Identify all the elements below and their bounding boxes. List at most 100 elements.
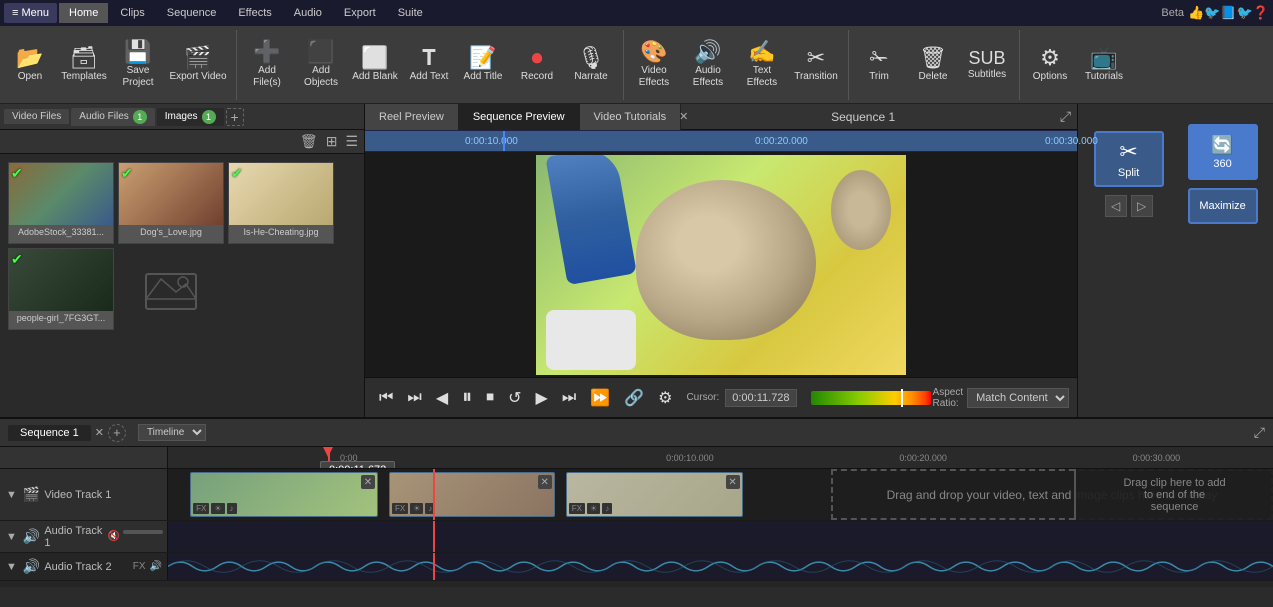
images-tab[interactable]: Images 1 — [157, 108, 224, 126]
audio-files-tab[interactable]: Audio Files 1 — [71, 108, 154, 126]
record-button[interactable]: ⏺ Record — [511, 33, 563, 97]
loop-button[interactable]: ↺ — [502, 384, 527, 412]
add-text-button[interactable]: 𝐓 Add Text — [403, 33, 455, 97]
menu-button[interactable]: ≡ Menu — [4, 3, 57, 23]
next-frame-button[interactable]: ⏭ — [556, 385, 582, 411]
save-project-button[interactable]: 💾 Save Project — [112, 33, 164, 97]
trim-icon: ✁ — [870, 47, 888, 69]
menu-tab-export[interactable]: Export — [334, 3, 386, 23]
split-left-button[interactable]: ◁ — [1105, 195, 1127, 217]
forward-button[interactable]: ▶ — [530, 384, 554, 412]
add-blank-button[interactable]: ⬜ Add Blank — [349, 33, 401, 97]
add-files-button[interactable]: ➕ Add File(s) — [241, 33, 293, 97]
narrate-icon: 🎙 — [577, 47, 605, 69]
video-files-tab[interactable]: Video Files — [4, 109, 69, 124]
add-sequence-button[interactable]: + — [108, 424, 126, 442]
stop-button[interactable]: ⏹ — [480, 385, 500, 411]
preview-video[interactable] — [365, 152, 1077, 377]
maximize-preview-button[interactable]: Maximize — [1188, 188, 1258, 224]
templates-label: Templates — [61, 71, 107, 83]
transition-button[interactable]: ✂ Transition — [790, 33, 842, 97]
aspect-ratio-select[interactable]: Match Content — [967, 388, 1069, 408]
fx-btn-audio2[interactable]: FX — [132, 560, 147, 573]
add-objects-button[interactable]: ⬛ Add Objects — [295, 33, 347, 97]
view-360-button[interactable]: 🔄 360 — [1188, 124, 1258, 180]
audio2-mute-button[interactable]: 🔊 — [149, 560, 163, 573]
sync-button[interactable]: 🔗 — [618, 384, 650, 412]
subtitles-icon: SUB — [968, 49, 1005, 67]
clip-1-delete[interactable]: ✕ — [361, 475, 375, 489]
video-track-expand[interactable]: ▼ — [4, 489, 19, 501]
timeline-header: Sequence 1 ✕ + Timeline ⤢ — [0, 419, 1273, 447]
previous-frame-button[interactable]: ⏭ — [401, 385, 427, 411]
video-effects-button[interactable]: 🎨 Video Effects — [628, 33, 680, 97]
thumbnail-4[interactable]: ✔ people-girl_7FG3GT... — [8, 248, 114, 330]
sequence-tab[interactable]: Sequence 1 — [8, 425, 91, 441]
rewind-button[interactable]: ◀ — [430, 384, 454, 412]
add-tab-button[interactable]: + — [226, 108, 244, 126]
menu-tab-suite[interactable]: Suite — [388, 3, 433, 23]
maximize-button[interactable]: ⤢ — [1054, 106, 1077, 127]
split-button[interactable]: ✂ Split — [1094, 131, 1164, 187]
audio-track-2-icon: 🔊 — [23, 558, 40, 575]
export-video-button[interactable]: 🎬 Export Video — [166, 33, 230, 97]
menu-tab-clips[interactable]: Clips — [110, 3, 154, 23]
audio-effects-button[interactable]: 🔊 Audio Effects — [682, 33, 734, 97]
placeholder-icon — [118, 248, 224, 330]
options-button[interactable]: ⚙ Options — [1024, 33, 1076, 97]
grid-view-button[interactable]: ⊞ — [324, 131, 340, 152]
clip-2-delete[interactable]: ✕ — [538, 475, 552, 489]
text-effects-button[interactable]: ✍ Text Effects — [736, 33, 788, 97]
menu-tab-sequence[interactable]: Sequence — [157, 3, 227, 23]
video-clip-3[interactable]: ✕ FX ☀ ♪ — [566, 472, 743, 517]
thumbnail-1[interactable]: ✔ AdobeStock_33381... — [8, 162, 114, 244]
split-right-button[interactable]: ▷ — [1131, 195, 1153, 217]
delete-button[interactable]: 🗑 Delete — [907, 33, 959, 97]
thumbnail-2[interactable]: ✔ Dog's_Love.jpg — [118, 162, 224, 244]
video-clip-2[interactable]: ✕ FX ☀ ♪ — [389, 472, 555, 517]
play-pause-button[interactable]: ⏸ — [456, 382, 478, 413]
subtitles-button[interactable]: SUB Subtitles — [961, 33, 1013, 97]
sequence-preview-tab[interactable]: Sequence Preview — [459, 104, 580, 130]
timeline-expand-button[interactable]: ⤢ — [1254, 424, 1265, 441]
trim-button[interactable]: ✁ Trim — [853, 33, 905, 97]
audio-track-2-content[interactable] — [168, 553, 1273, 580]
video-tutorials-tab[interactable]: Video Tutorials — [580, 104, 682, 130]
menu-tab-home[interactable]: Home — [59, 3, 108, 23]
video-clip-1[interactable]: ✕ FX ☀ ♪ — [190, 472, 378, 517]
audio-track-1-expand[interactable]: ▼ — [4, 531, 19, 543]
thumbnail-3[interactable]: ✔ Is-He-Cheating.jpg — [228, 162, 334, 244]
audio-track-1-icon: 🔊 — [23, 528, 40, 545]
tutorials-button[interactable]: 📺 Tutorials — [1078, 33, 1130, 97]
audio-mute-button[interactable]: 🔇 — [107, 530, 121, 543]
timeline-dropdown[interactable]: Timeline — [138, 424, 206, 441]
go-to-start-button[interactable]: ⏮ — [373, 385, 399, 411]
volume-bar[interactable] — [811, 391, 931, 405]
list-view-button[interactable]: ☰ — [343, 131, 360, 152]
menu-tab-audio[interactable]: Audio — [284, 3, 332, 23]
delete-files-button[interactable]: 🗑 — [298, 131, 320, 152]
audio-track-2-expand[interactable]: ▼ — [4, 561, 19, 573]
tutorials-close-button[interactable]: ✕ — [675, 110, 692, 123]
add-title-button[interactable]: 📝 Add Title — [457, 33, 509, 97]
open-button[interactable]: 📂 Open — [4, 33, 56, 97]
narrate-button[interactable]: 🎙 Narrate — [565, 33, 617, 97]
file-tabs: Video Files Audio Files 1 Images 1 + — [0, 104, 364, 130]
save-icon: 💾 — [124, 41, 151, 63]
settings-pb-button[interactable]: ⚙ — [652, 384, 678, 412]
add-text-label: Add Text — [410, 71, 449, 83]
sequence-tab-close[interactable]: ✕ — [95, 426, 104, 439]
audio-volume-slider[interactable] — [123, 530, 163, 534]
drag-end-zone: Drag clip here to addto end of thesequen… — [1074, 469, 1273, 520]
go-to-end-button[interactable]: ⏩ — [584, 384, 616, 412]
templates-button[interactable]: 🗃 Templates — [58, 33, 110, 97]
clip-3-delete[interactable]: ✕ — [726, 475, 740, 489]
thumb-label-4: people-girl_7FG3GT... — [9, 311, 113, 325]
reel-preview-tab[interactable]: Reel Preview — [365, 104, 459, 130]
video-track-content[interactable]: ✕ FX ☀ ♪ ✕ FX ☀ ♪ — [168, 469, 1273, 520]
menu-tab-effects[interactable]: Effects — [228, 3, 281, 23]
volume-marker — [901, 389, 903, 407]
fx-icon-1: FX — [193, 503, 209, 514]
timeline-ruler-bar: 0:00 0:00:10.000 0:00:20.000 0:00:30.000… — [0, 447, 1273, 469]
audio-track-1-content[interactable] — [168, 521, 1273, 552]
